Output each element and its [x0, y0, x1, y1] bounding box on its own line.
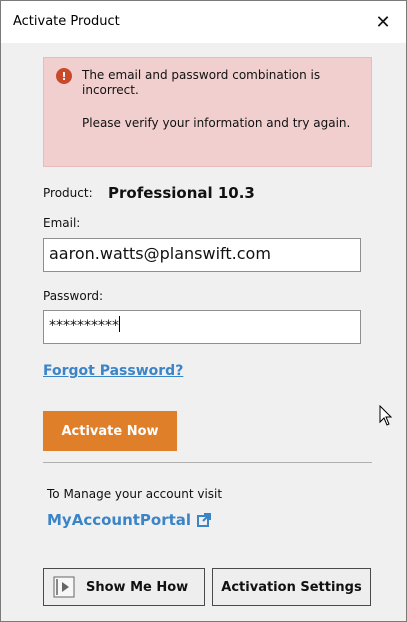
email-label: Email: — [43, 216, 81, 230]
title-bar: Activate Product ✕ — [1, 1, 406, 43]
password-field[interactable]: ********** — [43, 310, 361, 344]
product-label: Product: — [43, 186, 93, 200]
show-me-how-label: Show Me How — [86, 579, 189, 595]
activation-settings-button[interactable]: Activation Settings — [212, 568, 371, 606]
my-account-portal-link[interactable]: MyAccountPortal — [47, 511, 212, 529]
password-value: ********** — [49, 318, 119, 334]
external-link-icon — [197, 513, 212, 527]
email-value: aaron.watts@planswift.com — [49, 244, 271, 263]
error-message-line1: The email and password combination is in… — [82, 68, 321, 97]
activate-product-dialog: Activate Product ✕ ! The email and passw… — [0, 0, 407, 622]
error-message-line2: Please verify your information and try a… — [82, 116, 351, 130]
email-field[interactable]: aaron.watts@planswift.com — [43, 238, 361, 272]
manage-account-text: To Manage your account visit — [47, 487, 223, 501]
forgot-password-link[interactable]: Forgot Password? — [43, 363, 183, 379]
show-me-how-button[interactable]: Show Me How — [43, 568, 205, 606]
portal-link-label: MyAccountPortal — [47, 511, 192, 529]
divider — [43, 462, 372, 463]
password-label: Password: — [43, 289, 104, 303]
activate-now-button[interactable]: Activate Now — [43, 411, 177, 451]
error-banner: ! The email and password combination is … — [43, 57, 372, 167]
play-icon — [53, 576, 75, 598]
product-value: Professional 10.3 — [108, 184, 255, 202]
text-caret — [119, 316, 120, 332]
mouse-cursor-icon — [379, 405, 393, 426]
close-icon[interactable]: ✕ — [360, 1, 406, 43]
error-icon: ! — [56, 68, 72, 84]
window-title: Activate Product — [13, 14, 120, 29]
